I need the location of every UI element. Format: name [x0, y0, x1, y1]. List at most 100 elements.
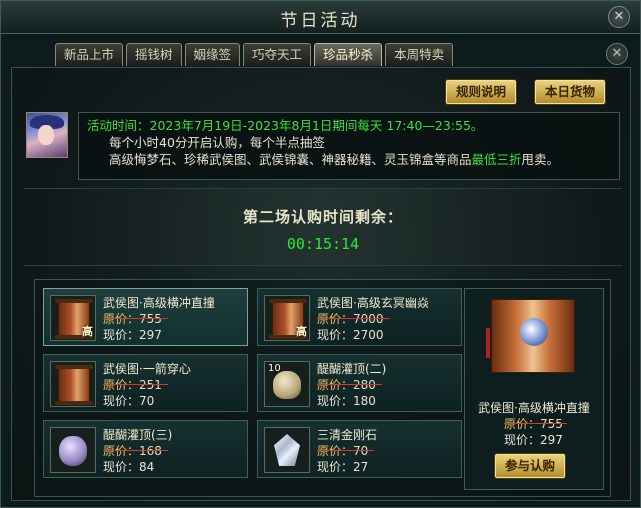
original-price-label: 原价： [317, 312, 354, 326]
original-price-label: 原价： [103, 444, 140, 458]
diamond-icon [274, 434, 300, 466]
preview-current-price: 现价：297 [504, 431, 563, 448]
tab-marriage-lot[interactable]: 姻缘签 [184, 43, 241, 66]
current-price-label: 现价： [103, 460, 140, 474]
window-close-icon[interactable]: ✕ [608, 6, 630, 28]
item-original-price: 原价：7000 [317, 310, 390, 327]
item-slot: 高 [50, 295, 96, 341]
original-price-label: 原价： [317, 378, 354, 392]
avatar-face [38, 125, 54, 145]
item-slot [50, 427, 96, 473]
scroll-icon [55, 365, 93, 405]
original-price-value: 755 [139, 312, 162, 326]
item-original-price: 原价：168 [103, 442, 168, 459]
jar-icon [273, 371, 301, 399]
item-grid: 高 武侯图·高级横冲直撞 原价：755 现价：297 高 武侯图·高级玄冥幽焱 … [34, 279, 611, 497]
window-title: 节日活动 [280, 11, 361, 31]
item-name: 武侯图·一箭穿心 [103, 362, 191, 376]
preview-item-name: 武侯图·高级横冲直撞 [478, 401, 590, 415]
item-original-price: 原价：70 [317, 442, 375, 459]
countdown-timer: 00:15:14 [286, 235, 360, 253]
item-original-price: 原价：755 [103, 310, 168, 327]
activity-time-line: 活动时间：2023年7月19日-2023年8月1日期间每天 17:40—23:5… [87, 117, 611, 134]
tab-weekly-sale[interactable]: 本周特卖 [385, 43, 454, 66]
orb-icon [520, 318, 548, 346]
original-price-label: 原价： [103, 312, 140, 326]
current-price-label: 现价： [317, 460, 354, 474]
grade-badge: 高 [82, 325, 93, 338]
original-price-label: 原价： [317, 444, 354, 458]
item-card[interactable]: 高 武侯图·高级玄冥幽焱 原价：7000 现价：2700 [257, 288, 462, 346]
item-name: 武侯图·高级玄冥幽焱 [317, 296, 429, 310]
item-original-price: 原价：280 [317, 376, 382, 393]
current-price-value: 2700 [353, 328, 384, 342]
tab-bar: 新品上市 摇钱树 姻缘签 巧夺天工 珍品秒杀 本周特卖 [55, 43, 454, 67]
item-slot [264, 427, 310, 473]
item-current-price: 现价：297 [103, 326, 162, 343]
stack-count-badge: 10 [268, 363, 281, 374]
current-price-value: 297 [540, 433, 563, 447]
current-price-value: 84 [139, 460, 155, 474]
current-price-value: 180 [353, 394, 376, 408]
tab-new-arrivals[interactable]: 新品上市 [55, 43, 124, 66]
goods-line-pre: 高级悔梦石、珍稀武侯图、武侯锦囊、神器秘籍、灵玉锦盒等商品 [109, 152, 472, 167]
grade-badge: 高 [296, 325, 307, 338]
panel-close-icon[interactable]: ✕ [606, 43, 628, 65]
event-window: 节日活动 ✕ 新品上市 摇钱树 姻缘签 巧夺天工 珍品秒杀 本周特卖 ✕ 规则说… [0, 0, 641, 508]
item-card[interactable]: 醍醐灌顶(三) 原价：168 现价：84 [43, 420, 248, 478]
current-price-value: 297 [139, 328, 162, 342]
current-price-label: 现价： [504, 433, 541, 447]
countdown-banner: 第二场认购时间剩余： 00:15:14 [24, 188, 622, 266]
item-current-price: 现价：2700 [317, 326, 384, 343]
rules-button[interactable]: 规则说明 [446, 80, 517, 104]
original-price-value: 70 [353, 444, 369, 458]
activity-rule-line: 每个小时40分开启认购，每个半点抽签 [109, 135, 325, 150]
activity-goods-line: 高级悔梦石、珍稀武侯图、武侯锦囊、神器秘籍、灵玉锦盒等商品最低三折甩卖。 [87, 151, 611, 168]
tassel-icon [486, 328, 490, 358]
original-price-value: 280 [353, 378, 376, 392]
tab-money-tree[interactable]: 摇钱树 [126, 43, 182, 66]
item-card[interactable]: 10 醍醐灌顶(二) 原价：280 现价：180 [257, 354, 462, 412]
original-price-value: 251 [139, 378, 162, 392]
item-current-price: 现价：84 [103, 458, 154, 475]
item-original-price: 原价：251 [103, 376, 168, 393]
item-current-price: 现价：70 [103, 392, 154, 409]
tab-craftsmanship[interactable]: 巧夺天工 [243, 43, 312, 66]
join-purchase-button[interactable]: 参与认购 [495, 454, 566, 478]
original-price-value: 755 [540, 417, 563, 431]
countdown-label: 第二场认购时间剩余： [242, 208, 403, 226]
current-price-label: 现价： [317, 394, 354, 408]
goods-line-post: 甩卖。 [521, 152, 560, 167]
scroll-icon [486, 299, 575, 373]
item-card[interactable]: 三清金刚石 原价：70 现价：27 [257, 420, 462, 478]
current-price-label: 现价： [103, 394, 140, 408]
discount-highlight: 最低三折 [471, 152, 522, 167]
jar-icon [59, 436, 87, 466]
tab-flash-sale[interactable]: 珍品秒杀 [314, 43, 383, 66]
original-price-value: 7000 [353, 312, 384, 326]
current-price-value: 27 [353, 460, 369, 474]
flash-sale-panel: 规则说明 本日货物 活动时间：2023年7月19日-2023年8月1日期间每天 … [11, 67, 631, 501]
item-name: 醍醐灌顶(二) [317, 362, 387, 376]
item-preview: 武侯图·高级横冲直撞 原价：755 现价：297 参与认购 [464, 288, 604, 490]
item-card[interactable]: 高 武侯图·高级横冲直撞 原价：755 现价：297 [43, 288, 248, 346]
item-card[interactable]: 武侯图·一箭穿心 原价：251 现价：70 [43, 354, 248, 412]
current-price-label: 现价： [103, 328, 140, 342]
npc-avatar [26, 112, 68, 158]
original-price-value: 168 [139, 444, 162, 458]
item-name: 醍醐灌顶(三) [103, 428, 173, 442]
original-price-label: 原价： [504, 417, 541, 431]
current-price-label: 现价： [317, 328, 354, 342]
item-slot: 高 [264, 295, 310, 341]
item-current-price: 现价：180 [317, 392, 376, 409]
activity-description: 活动时间：2023年7月19日-2023年8月1日期间每天 17:40—23:5… [78, 112, 620, 180]
today-goods-button[interactable]: 本日货物 [535, 80, 606, 104]
item-slot [50, 361, 96, 407]
original-price-label: 原价： [103, 378, 140, 392]
title-bar[interactable]: 节日活动 ✕ [1, 1, 640, 34]
current-price-value: 70 [139, 394, 155, 408]
item-name: 武侯图·高级横冲直撞 [103, 296, 215, 310]
item-current-price: 现价：27 [317, 458, 368, 475]
item-slot: 10 [264, 361, 310, 407]
item-name: 三清金刚石 [317, 428, 378, 442]
